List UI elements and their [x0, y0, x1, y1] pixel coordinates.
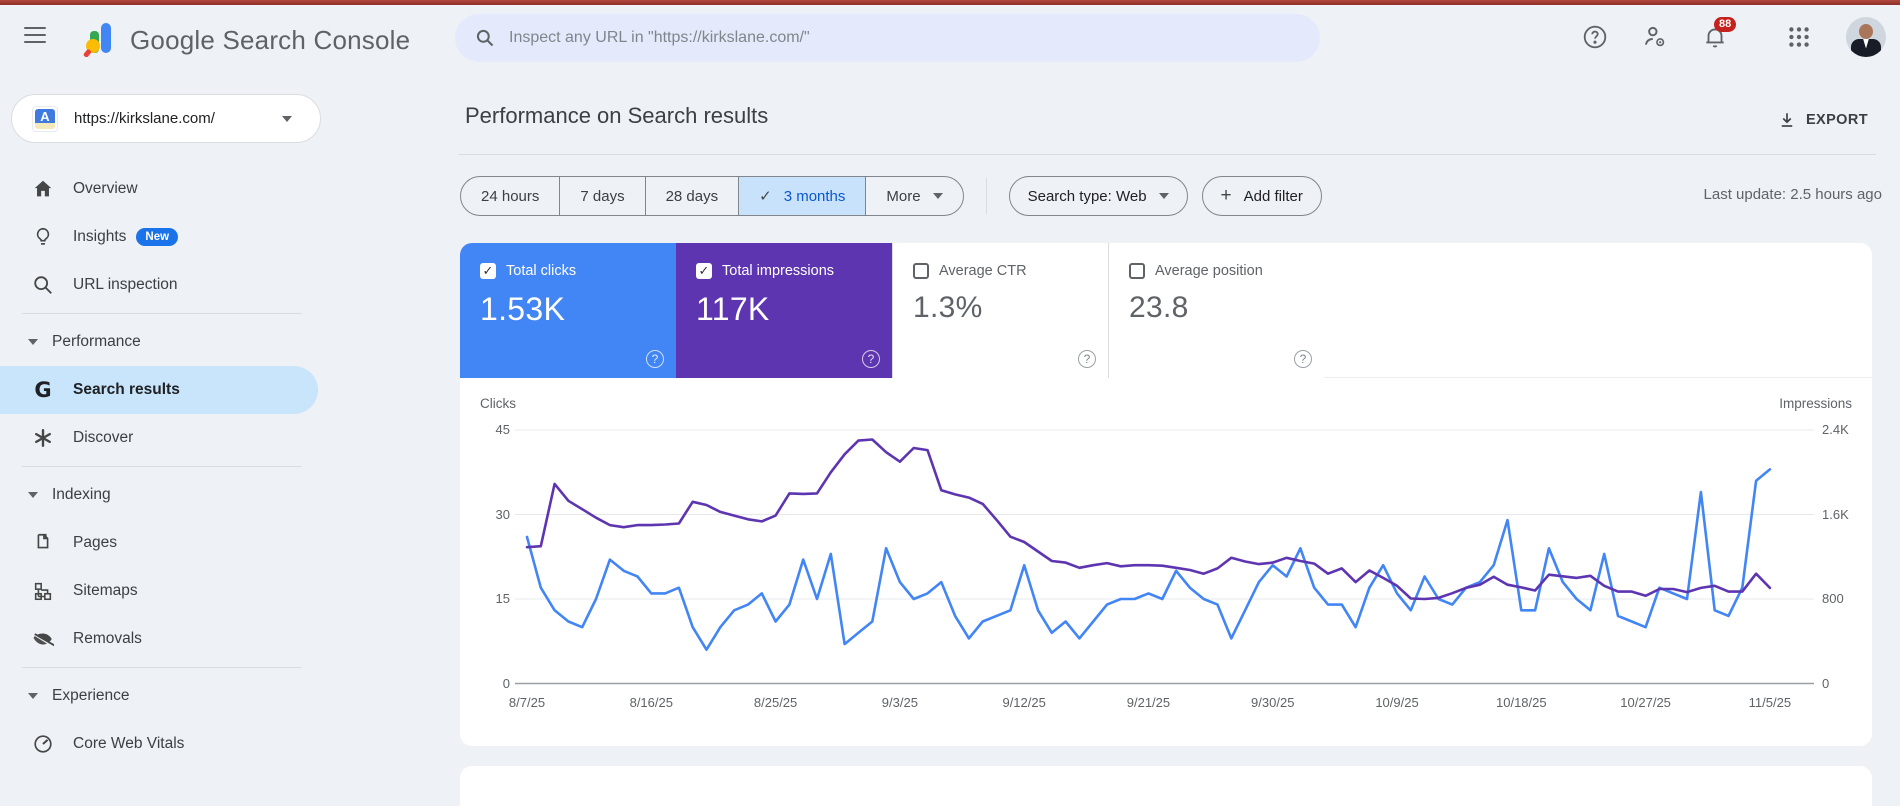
- chevron-down-icon: [932, 193, 943, 199]
- plus-icon: +: [1220, 185, 1232, 206]
- range-3-months-selected[interactable]: ✓ 3 months: [738, 177, 866, 215]
- last-update-text: Last update: 2.5 hours ago: [1703, 186, 1882, 203]
- help-circle-icon[interactable]: ?: [1294, 350, 1312, 368]
- right-axis-ticks: 2.4K 1.6K 800 0: [1822, 422, 1849, 691]
- section-collapse-caret-icon: [28, 339, 38, 345]
- sidebar-item-core-web-vitals[interactable]: Core Web Vitals: [0, 720, 318, 768]
- sidebar-item-pages[interactable]: Pages: [0, 519, 318, 567]
- performance-card: ✓ Total clicks 1.53K ? ✓ Total impressio…: [460, 243, 1872, 746]
- performance-chart[interactable]: [515, 425, 1814, 693]
- section-collapse-caret-icon: [28, 492, 38, 498]
- sitemap-icon: [31, 579, 55, 603]
- total-clicks-value: 1.53K: [480, 291, 566, 327]
- sidebar-item-removals[interactable]: Removals: [0, 615, 318, 663]
- sidebar-divider: [22, 313, 302, 314]
- add-filter-chip[interactable]: + Add filter: [1201, 176, 1322, 216]
- property-selector[interactable]: A https://kirkslane.com/: [11, 94, 321, 143]
- check-icon: ✓: [759, 188, 772, 205]
- search-input[interactable]: [509, 29, 1269, 47]
- filter-bar: 24 hours 7 days 28 days ✓ 3 months More …: [460, 176, 1322, 216]
- notifications-bell-icon[interactable]: 88: [1702, 16, 1737, 50]
- sidebar-item-overview[interactable]: Overview: [0, 165, 318, 213]
- left-axis-ticks: 45 30 15 0: [495, 422, 510, 691]
- search-icon: [476, 29, 494, 47]
- sidebar-section-indexing[interactable]: Indexing: [0, 471, 318, 519]
- range-7-days[interactable]: 7 days: [559, 177, 644, 215]
- right-axis-title: Impressions: [1779, 396, 1852, 411]
- hamburger-menu-icon[interactable]: [24, 27, 46, 43]
- title-divider: [458, 154, 1876, 155]
- download-icon: [1781, 113, 1793, 127]
- filter-separator: [985, 178, 987, 214]
- range-24-hours[interactable]: 24 hours: [461, 177, 559, 215]
- sidebar-item-sitemaps[interactable]: Sitemaps: [0, 567, 318, 615]
- date-range-segmented-control: 24 hours 7 days 28 days ✓ 3 months More: [460, 176, 964, 216]
- speedometer-icon: [31, 732, 55, 756]
- checkbox-checked-icon[interactable]: ✓: [696, 263, 712, 279]
- magnifier-icon: [31, 273, 55, 297]
- metric-cards-row: ✓ Total clicks 1.53K ? ✓ Total impressio…: [460, 243, 1872, 378]
- x-axis-labels: 8/7/25 8/16/25 8/25/25 9/3/25 9/12/25 9/21/25…: [508, 695, 1792, 710]
- average-ctr-value: 1.3%: [913, 291, 983, 324]
- total-clicks-card[interactable]: ✓ Total clicks 1.53K ?: [460, 243, 676, 378]
- google-apps-grid-icon[interactable]: [1786, 24, 1812, 50]
- help-circle-icon[interactable]: ?: [646, 350, 664, 368]
- next-card-partial: [460, 766, 1872, 806]
- home-icon: [31, 177, 55, 201]
- sidebar-section-performance[interactable]: Performance: [0, 318, 318, 366]
- sidebar-section-experience[interactable]: Experience: [0, 672, 318, 720]
- search-type-chip[interactable]: Search type: Web: [1008, 176, 1188, 216]
- export-button[interactable]: EXPORT: [1764, 103, 1882, 137]
- help-circle-icon[interactable]: ?: [862, 350, 880, 368]
- sidebar-item-search-results[interactable]: G Search results: [0, 366, 318, 414]
- sidebar-divider: [22, 667, 302, 668]
- chevron-down-icon: [282, 115, 292, 122]
- average-ctr-card[interactable]: Average CTR 1.3% ?: [892, 243, 1108, 378]
- search-console-logo-icon: [82, 19, 120, 57]
- left-axis-title: Clicks: [480, 396, 516, 411]
- range-28-days[interactable]: 28 days: [644, 177, 739, 215]
- top-bar: Google Search Console 88: [0, 5, 1900, 68]
- app-title: Google Search Console: [130, 25, 411, 55]
- checkbox-unchecked-icon[interactable]: [913, 263, 929, 279]
- sidebar: A https://kirkslane.com/ Overview Insigh…: [0, 68, 321, 785]
- new-badge: New: [136, 228, 179, 246]
- discover-asterisk-icon: [31, 426, 55, 450]
- average-position-card[interactable]: Average position 23.8 ?: [1108, 243, 1324, 378]
- section-collapse-caret-icon: [28, 693, 38, 699]
- property-url: https://kirkslane.com/: [74, 110, 215, 127]
- top-accent-strip: [0, 0, 1900, 5]
- total-impressions-card[interactable]: ✓ Total impressions 117K ?: [676, 243, 892, 378]
- sidebar-item-discover[interactable]: Discover: [0, 414, 318, 462]
- range-more-dropdown[interactable]: More: [865, 177, 962, 215]
- checkbox-unchecked-icon[interactable]: [1129, 263, 1145, 279]
- sidebar-item-insights[interactable]: Insights New: [0, 213, 318, 261]
- chevron-down-icon: [1158, 193, 1169, 199]
- checkbox-checked-icon[interactable]: ✓: [480, 263, 496, 279]
- help-circle-icon[interactable]: ?: [1078, 350, 1096, 368]
- pages-icon: [31, 531, 55, 555]
- sidebar-item-url-inspection[interactable]: URL inspection: [0, 261, 318, 309]
- google-g-icon: G: [34, 378, 52, 402]
- site-favicon-icon: A: [32, 105, 58, 132]
- sidebar-divider: [22, 466, 302, 467]
- total-impressions-value: 117K: [696, 291, 770, 327]
- help-icon[interactable]: [1582, 24, 1608, 50]
- average-position-value: 23.8: [1129, 291, 1189, 324]
- lightbulb-icon: [31, 225, 55, 249]
- account-avatar[interactable]: [1846, 16, 1886, 57]
- page-title: Performance on Search results: [465, 103, 769, 128]
- user-settings-icon[interactable]: [1642, 24, 1668, 50]
- notification-badge: 88: [1714, 16, 1737, 32]
- eye-off-icon: [31, 627, 55, 651]
- url-inspect-search[interactable]: [455, 14, 1320, 62]
